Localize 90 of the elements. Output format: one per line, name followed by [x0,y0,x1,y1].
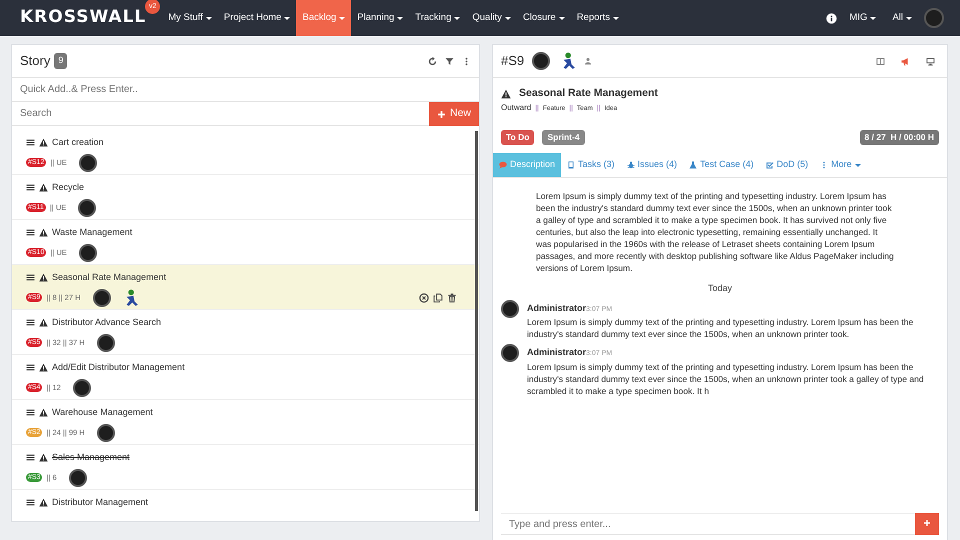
person-icon[interactable] [584,57,592,65]
avatar [78,244,97,262]
nav-menu[interactable]: Planning [351,0,410,36]
detail-tab[interactable]: Issues (4) [620,153,684,177]
warning-icon [39,228,48,238]
add-comment-button[interactable] [914,513,939,535]
story-title: Distributor Management [52,496,148,509]
nav-menu[interactable]: Closure [516,0,571,36]
comment-text: Lorem Ipsum is simply dummy text of the printing and typesetting industry. Lorem Ipsum has been the industry's standard dummy text ever since the 1500s, when an unknown printer took. [527,316,914,340]
plus-icon [436,110,446,118]
filter-icon[interactable] [445,56,454,66]
story-title: Sales Management [52,451,130,464]
avatar [924,8,944,28]
nav-menu[interactable]: My Stuff [162,0,218,36]
sprint-badge: Sprint-4 [542,130,585,145]
status-badge: To Do [501,130,534,145]
comment-field[interactable]: Type and press enter... [501,513,915,535]
nav-menu[interactable]: Quality [466,0,517,36]
avatar [78,198,96,216]
warning-icon [39,138,48,148]
menu-icon [26,228,35,238]
menu-icon [26,408,35,418]
story-title: Waste Management [52,226,132,239]
menu-icon [26,183,35,192]
story-title: Cart creation [52,136,104,149]
story-type: Outward [501,102,532,114]
checkbox-icon [766,161,774,169]
menu-icon [26,273,35,282]
avatar [96,334,115,352]
story-title: Seasonal Rate Management [519,86,658,101]
scrollbar-thumb[interactable] [475,131,478,511]
menu-icon [26,453,35,462]
close-icon[interactable] [419,292,429,302]
new-button[interactable]: New [428,102,479,126]
warning-icon [39,183,48,192]
avatar [78,154,97,172]
comment-author: Administrator [527,302,586,312]
story-title: Distributor Advance Search [52,316,162,329]
nav-menu[interactable]: Project Home [218,0,296,36]
warning-icon [39,363,48,372]
comment-text: Lorem Ipsum is simply dummy text of the printing and typesetting industry. Lorem Ipsum has been the industry's standard dummy text ever since the 1500s, when an unknown printer took a galley of type and scrambled it to make a type specimen book. It h [527,360,925,396]
story-title: Recycle [52,181,84,194]
day-divider: Today [706,282,734,295]
avatar [96,424,115,442]
detail-tab[interactable]: More [814,153,867,177]
bug-icon [626,161,635,169]
columns-icon[interactable] [876,56,885,66]
speech-bubble-icon [499,161,507,169]
warning-icon [39,453,48,462]
delete-icon[interactable] [447,292,457,302]
avatar [92,288,111,306]
warning-icon [39,408,48,418]
copy-icon[interactable] [433,292,443,302]
detail-tab[interactable]: Tasks (3) [561,153,621,177]
avatar [68,468,87,486]
avatar [72,378,91,396]
menu-icon [26,138,35,148]
comment-author: Administrator [527,347,586,357]
info-icon[interactable] [826,12,838,24]
avatar [501,300,519,318]
story-title: Add/Edit Distributor Management [52,361,185,374]
warning-icon [39,318,48,328]
detail-tab[interactable]: Test Case (4) [683,153,760,177]
panel-title: Story [20,52,50,70]
warning-icon [501,88,511,99]
logo[interactable]: KROSSWALL [20,7,146,28]
menu-icon [26,318,35,328]
warning-icon [39,498,48,508]
avatar [532,52,550,70]
description-text: Lorem Ipsum is simply dummy text of the printing and typesetting industry. Lorem Ipsum has been the industry's standard dummy text ever since the 1500s, when an unknown printer took a galley of type and scrambled it to make a type specimen book. It has survived not only five centuries, but also the leap into electronic typesetting, remaining essentially unchanged. It was popularised in the 1960s with the release of Letraset sheets containing Lorem Ipsum passages, and more recently with desktop publishing software like Aldus PageMaker including versions of Lorem Ipsum. [535,190,895,274]
monitor-icon[interactable] [926,56,935,66]
avatar [501,344,519,362]
count-badge: 9 [54,53,68,69]
megaphone-icon[interactable] [901,56,910,66]
warning-icon [39,273,48,282]
hours-badge: 8 / 27 H / 00:00 H [860,130,939,145]
nav-menu[interactable]: Reports [570,0,625,36]
menu-icon [26,363,35,372]
detail-tab[interactable]: DoD (5) [760,153,814,177]
story-id: #S9 [501,52,524,70]
menu-icon [26,498,35,508]
flask-icon [689,161,698,169]
story-title: Warehouse Management [52,406,153,419]
refresh-icon[interactable] [428,56,437,66]
nav-menu[interactable]: Tracking [409,0,466,36]
story-title: Seasonal Rate Management [52,271,166,284]
user-dropdown[interactable]: MIG [845,0,880,36]
plus-icon [922,519,931,528]
tablet-icon [567,161,576,169]
scope-dropdown[interactable]: All [888,0,916,36]
